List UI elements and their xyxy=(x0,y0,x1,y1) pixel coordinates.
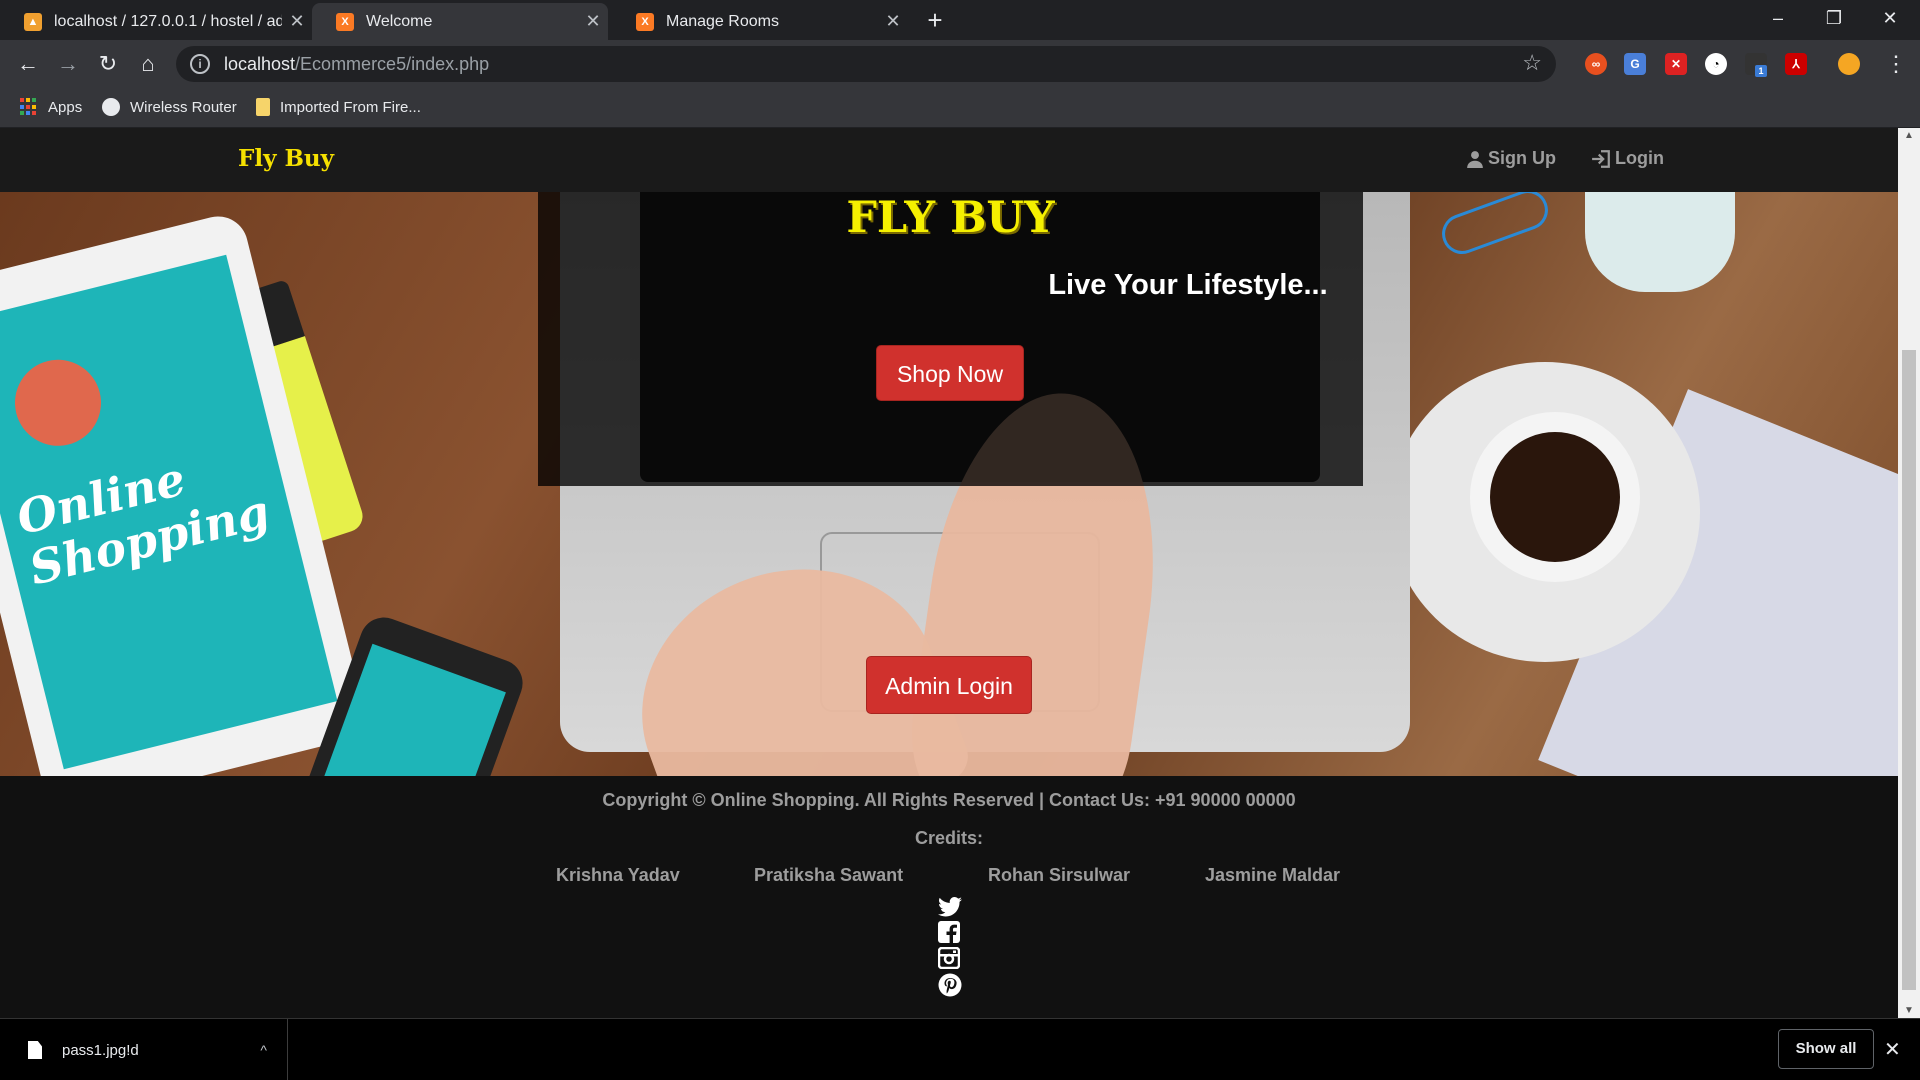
page-scrollbar[interactable]: ▲ ▼ xyxy=(1898,128,1920,1018)
tab-title: Welcome xyxy=(366,12,433,30)
bookmark-wireless-router[interactable]: Wireless Router xyxy=(102,98,237,116)
site-navbar: Fly Buy Sign Up Login xyxy=(0,128,1898,192)
footer-copyright: Copyright © Online Shopping. All Rights … xyxy=(602,790,1296,810)
home-button[interactable]: ⌂ xyxy=(132,48,164,80)
pdf-icon[interactable]: ⅄ xyxy=(1785,53,1807,75)
credits-label: Credits: xyxy=(914,828,983,848)
reload-button[interactable]: ↻ xyxy=(92,48,124,80)
extension-badge-icon[interactable]: 1 xyxy=(1745,53,1767,77)
tab-title: Manage Rooms xyxy=(666,12,779,30)
hero-section: Online Shopping FLY BUY Live Your Lifest… xyxy=(0,192,1898,776)
hero-title: FLY BUY xyxy=(846,193,1055,243)
signup-label: Sign Up xyxy=(1488,148,1556,168)
shopping-cart-icon xyxy=(5,350,111,455)
file-icon xyxy=(28,1041,42,1059)
hero-bg-paperclip xyxy=(1436,192,1554,260)
address-bar[interactable]: i localhost/Ecommerce5/index.php ☆ xyxy=(176,46,1556,82)
close-icon[interactable]: ✕ xyxy=(282,11,312,32)
close-window-button[interactable]: ✕ xyxy=(1862,0,1918,36)
twitter-icon[interactable] xyxy=(938,896,962,920)
profile-avatar-icon[interactable] xyxy=(1838,53,1860,75)
download-item[interactable]: pass1.jpg!d ^ xyxy=(0,1019,288,1080)
instagram-icon[interactable] xyxy=(937,946,962,971)
extension-icon[interactable]: ∞ xyxy=(1585,53,1607,75)
menu-kebab-icon[interactable]: ⋮ xyxy=(1880,48,1912,80)
shop-now-button[interactable]: Shop Now xyxy=(876,345,1024,401)
admin-login-button[interactable]: Admin Login xyxy=(866,656,1032,714)
tab-welcome[interactable]: X Welcome ✕ xyxy=(312,3,608,40)
tab-phpmyadmin[interactable]: ▲ localhost / 127.0.0.1 / hostel / ad ✕ xyxy=(0,3,312,40)
apps-grid-icon xyxy=(20,98,38,116)
download-filename: pass1.jpg!d xyxy=(62,1041,139,1059)
site-brand[interactable]: Fly Buy xyxy=(238,145,334,172)
bookmark-label: Wireless Router xyxy=(130,98,237,116)
hero-bg-coffee xyxy=(1490,432,1620,562)
xampp-icon: X xyxy=(336,12,354,31)
bookmark-label: Imported From Fire... xyxy=(280,98,421,116)
tab-strip: ▲ localhost / 127.0.0.1 / hostel / ad ✕ … xyxy=(0,0,1920,40)
back-button[interactable]: ← xyxy=(12,48,44,80)
credit-name: Krishna Yadav xyxy=(556,865,680,885)
page-viewport: Fly Buy Sign Up Login Online Shopping FL… xyxy=(0,128,1898,1018)
pinterest-icon[interactable] xyxy=(938,973,962,997)
facebook-icon[interactable] xyxy=(938,921,962,945)
hero-overlay: FLY BUY Live Your Lifestyle... xyxy=(538,192,1363,486)
restore-button[interactable]: ❐ xyxy=(1806,0,1862,36)
tab-title: localhost / 127.0.0.1 / hostel / ad xyxy=(54,12,282,30)
speed-dial-icon[interactable]: ◔ xyxy=(1705,53,1727,75)
site-info-icon[interactable]: i xyxy=(190,54,210,74)
browser-toolbar: ← → ↻ ⌂ i localhost/Ecommerce5/index.php… xyxy=(0,40,1920,88)
url-host: localhost xyxy=(224,53,296,74)
close-icon[interactable]: ✕ xyxy=(878,11,908,32)
bookmark-apps[interactable]: Apps xyxy=(20,98,82,116)
minimize-button[interactable]: – xyxy=(1750,0,1806,36)
bookmark-star-icon[interactable]: ☆ xyxy=(1522,50,1542,76)
bookmark-label: Apps xyxy=(48,98,83,116)
login-link[interactable]: Login xyxy=(1591,148,1664,169)
close-icon[interactable]: ✕ xyxy=(578,11,608,32)
show-all-button[interactable]: Show all xyxy=(1778,1029,1874,1069)
tab-manage-rooms[interactable]: X Manage Rooms ✕ xyxy=(612,3,908,40)
folder-icon xyxy=(256,98,270,116)
credit-name: Jasmine Maldar xyxy=(1205,865,1341,885)
tablet-screen-text: Online Shopping xyxy=(11,451,275,596)
signup-link[interactable]: Sign Up xyxy=(1466,148,1556,169)
credit-name: Pratiksha Sawant xyxy=(754,865,904,885)
bookmark-imported-folder[interactable]: Imported From Fire... xyxy=(256,98,421,116)
download-shelf: pass1.jpg!d ^ Show all ✕ xyxy=(0,1018,1920,1080)
user-icon xyxy=(1467,150,1483,168)
globe-icon xyxy=(102,98,120,116)
close-icon[interactable]: ✕ xyxy=(1884,1037,1901,1062)
site-footer: Copyright © Online Shopping. All Rights … xyxy=(0,776,1898,1018)
chevron-up-icon[interactable]: ^ xyxy=(260,1042,267,1058)
hero-bg-mug xyxy=(1585,192,1735,292)
scrollbar-thumb[interactable] xyxy=(1902,350,1916,990)
url-path: /Ecommerce5/index.php xyxy=(295,53,490,74)
login-label: Login xyxy=(1615,148,1664,168)
credit-name: Rohan Sirsulwar xyxy=(988,865,1131,885)
login-icon xyxy=(1592,149,1610,168)
hero-subtitle: Live Your Lifestyle... xyxy=(1048,269,1328,301)
bookmarks-bar: Apps Wireless Router Imported From Fire.… xyxy=(0,88,1920,128)
new-tab-button[interactable]: + xyxy=(920,6,950,36)
scroll-down-icon[interactable]: ▼ xyxy=(1898,1005,1920,1016)
extension-x-icon[interactable]: ✕ xyxy=(1665,53,1687,75)
scroll-up-icon[interactable]: ▲ xyxy=(1898,130,1920,141)
phpmyadmin-icon: ▲ xyxy=(24,12,42,31)
forward-button[interactable]: → xyxy=(52,48,84,80)
xampp-icon: X xyxy=(636,12,654,31)
translate-icon[interactable]: G xyxy=(1624,53,1646,75)
badge-count: 1 xyxy=(1755,65,1767,77)
